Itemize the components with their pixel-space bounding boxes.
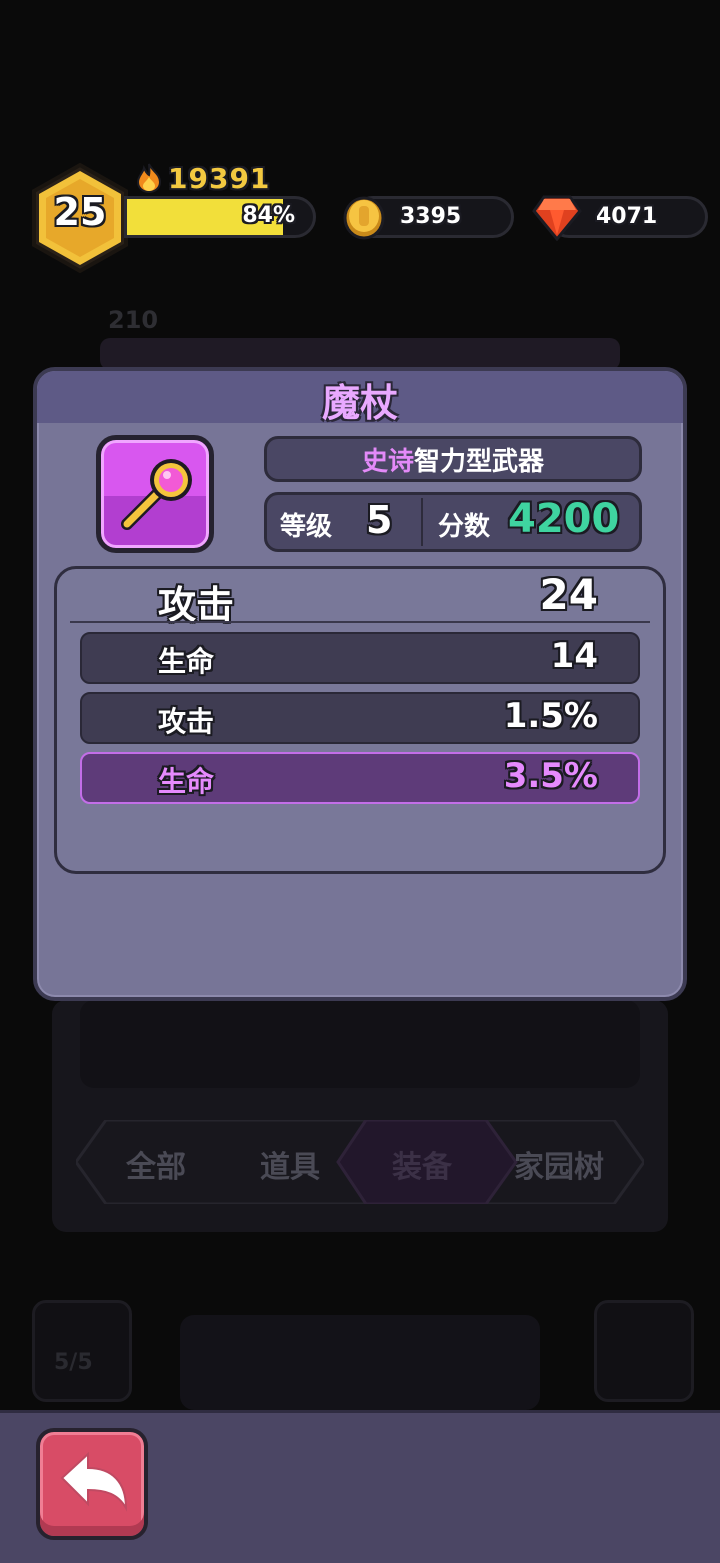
red-gem-icon [532,195,582,245]
back-arrow-icon [60,1451,128,1512]
sub-stat-value: 1.5% [503,696,598,736]
score-label: 分数 [438,512,491,542]
main-stat-value: 24 [539,570,598,619]
sub-stat-label: 生命 [158,645,215,678]
item-icon-frame [96,435,214,553]
item-name: 魔杖 [321,381,398,425]
magic-wand-icon [121,459,192,530]
tab-equipment[interactable]: 装备 [392,1142,452,1186]
stats-divider [70,621,650,623]
pill-divider [421,498,423,546]
background-top-strip [100,338,620,370]
gold-value: 3395 [400,204,462,229]
gem-value: 4071 [596,204,658,229]
sub-stat-value: 14 [550,636,598,676]
xp-progress-bar: 84% [124,196,316,238]
sub-stat-value: 3.5% [503,756,598,796]
gold-coin-icon [343,196,385,244]
background-stat: 210 [108,306,159,334]
tab-items[interactable]: 道具 [260,1142,320,1186]
power-display: 19391 [136,160,270,196]
power-value: 19391 [168,161,271,195]
sub-stat-label: 生命 [158,765,215,798]
player-level: 25 [53,190,107,234]
tab-home-tree[interactable]: 家园树 [514,1142,604,1186]
back-button[interactable] [36,1428,148,1540]
background-counter: 5/5 [54,1350,93,1375]
score-value: 4200 [508,496,620,542]
sub-stat-label: 攻击 [158,705,215,738]
background-right-slot [594,1300,694,1402]
level-label: 等级 [280,512,333,542]
item-rarity: 史诗 [361,447,414,477]
item-category: 智力型武器 [414,447,545,477]
background-center-slot [180,1315,540,1410]
tab-all[interactable]: 全部 [126,1142,186,1186]
item-type: 史诗智力型武器 [264,441,642,478]
xp-percent: 84% [242,203,295,228]
level-value: 5 [366,498,393,542]
background-equipment-slots [80,1000,640,1088]
flame-icon [136,163,162,193]
